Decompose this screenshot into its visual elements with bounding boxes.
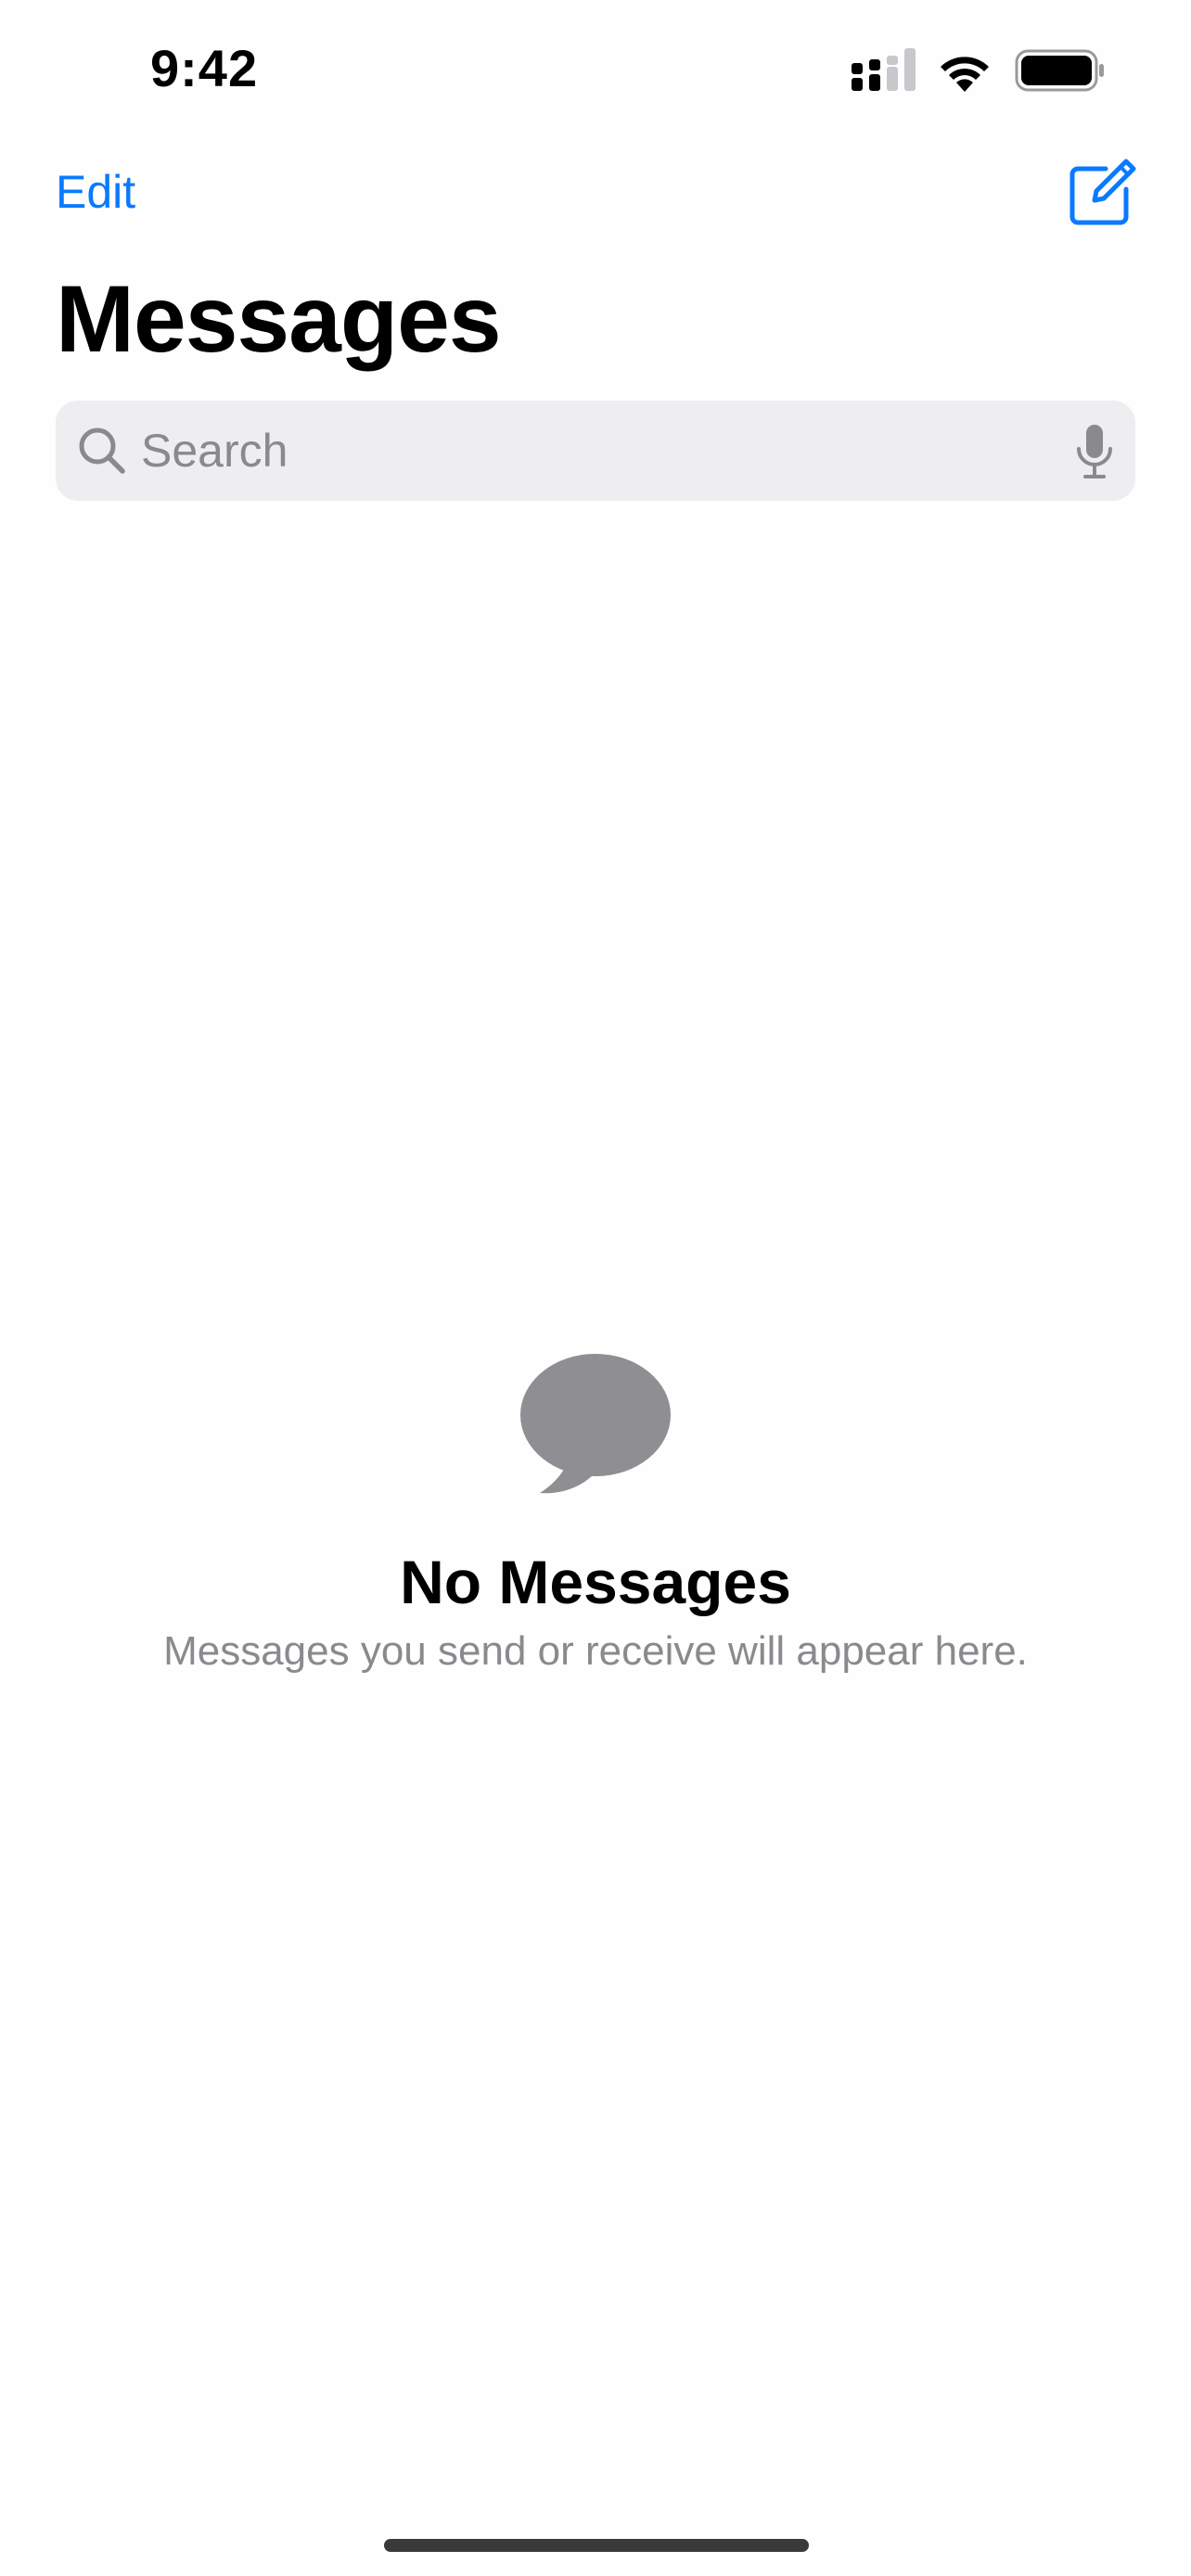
message-bubble-icon [520, 1354, 671, 1494]
status-icons [852, 46, 1106, 95]
microphone-icon[interactable] [1074, 423, 1115, 480]
search-input[interactable]: Search [141, 423, 288, 478]
status-bar: 9:42 [0, 0, 1191, 139]
compose-button[interactable] [1067, 156, 1139, 228]
cellular-signal-icon [852, 48, 916, 91]
empty-state-subtitle: Messages you send or receive will appear… [163, 1628, 1028, 1674]
wifi-icon [941, 57, 989, 92]
edit-button[interactable]: Edit [56, 163, 135, 221]
search-icon [79, 427, 125, 474]
page-title: Messages [56, 266, 502, 372]
status-time: 9:42 [150, 39, 259, 97]
empty-state-title: No Messages [400, 1548, 791, 1616]
home-indicator[interactable] [384, 2539, 809, 2552]
compose-icon [1069, 159, 1136, 225]
battery-icon [1015, 49, 1104, 92]
search-bar[interactable]: Search [56, 401, 1135, 501]
